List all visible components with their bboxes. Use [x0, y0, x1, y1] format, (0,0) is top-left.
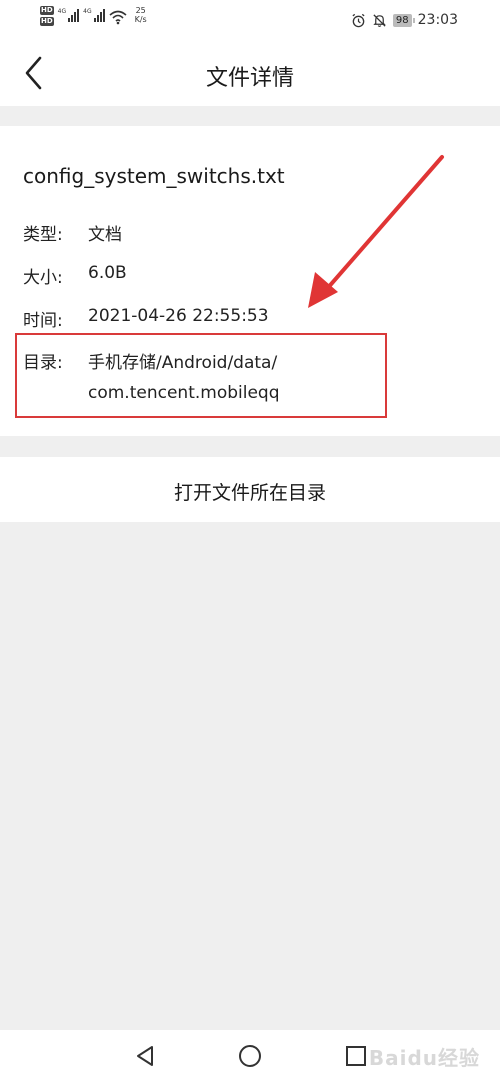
size-label: 大小:	[23, 268, 63, 288]
network-type: 4G	[57, 8, 67, 15]
hd-badges: HD HD	[40, 6, 54, 26]
time-value: 2021-04-26 22:55:53	[88, 306, 269, 326]
status-bar: HD HD 4G 4G 25 K/s 98 23:03	[0, 0, 500, 40]
status-right: 98 23:03	[351, 12, 458, 28]
alarm-icon	[352, 13, 365, 27]
nav-back-button[interactable]	[127, 1038, 163, 1074]
mute-icon	[373, 13, 386, 27]
open-directory-button[interactable]: 打开文件所在目录	[0, 457, 500, 522]
status-left: HD HD 4G 4G 25 K/s	[40, 6, 147, 26]
nav-back-icon	[137, 1046, 153, 1066]
app-bar: 文件详情	[0, 40, 500, 106]
speed-unit: K/s	[134, 15, 147, 24]
type-label: 类型:	[23, 225, 63, 245]
size-value: 6.0B	[88, 263, 127, 283]
battery-indicator: 98	[392, 13, 415, 27]
page-title: 文件详情	[205, 66, 294, 91]
nav-home-icon	[239, 1045, 261, 1067]
network-speed: 25 K/s	[135, 6, 147, 24]
type-value: 文档	[88, 225, 122, 245]
status-time: 23:03	[417, 12, 458, 28]
nav-home-button[interactable]	[232, 1038, 268, 1074]
signal-icon: 4G	[57, 8, 80, 22]
system-nav-bar: Baidu经验	[0, 1030, 500, 1084]
hd-badge: HD	[40, 6, 54, 15]
network-type: 4G	[83, 8, 92, 15]
watermark-logo: Baidu经验	[368, 1046, 480, 1070]
time-label: 时间:	[23, 311, 63, 331]
annotation-highlight-box	[15, 333, 387, 418]
wifi-icon	[109, 10, 127, 25]
open-directory-label: 打开文件所在目录	[173, 482, 326, 504]
file-name: config_system_switchs.txt	[23, 164, 285, 188]
signal-icon: 4G	[83, 8, 105, 22]
hd-badge: HD	[40, 17, 54, 26]
speed-value: 25	[135, 6, 146, 15]
